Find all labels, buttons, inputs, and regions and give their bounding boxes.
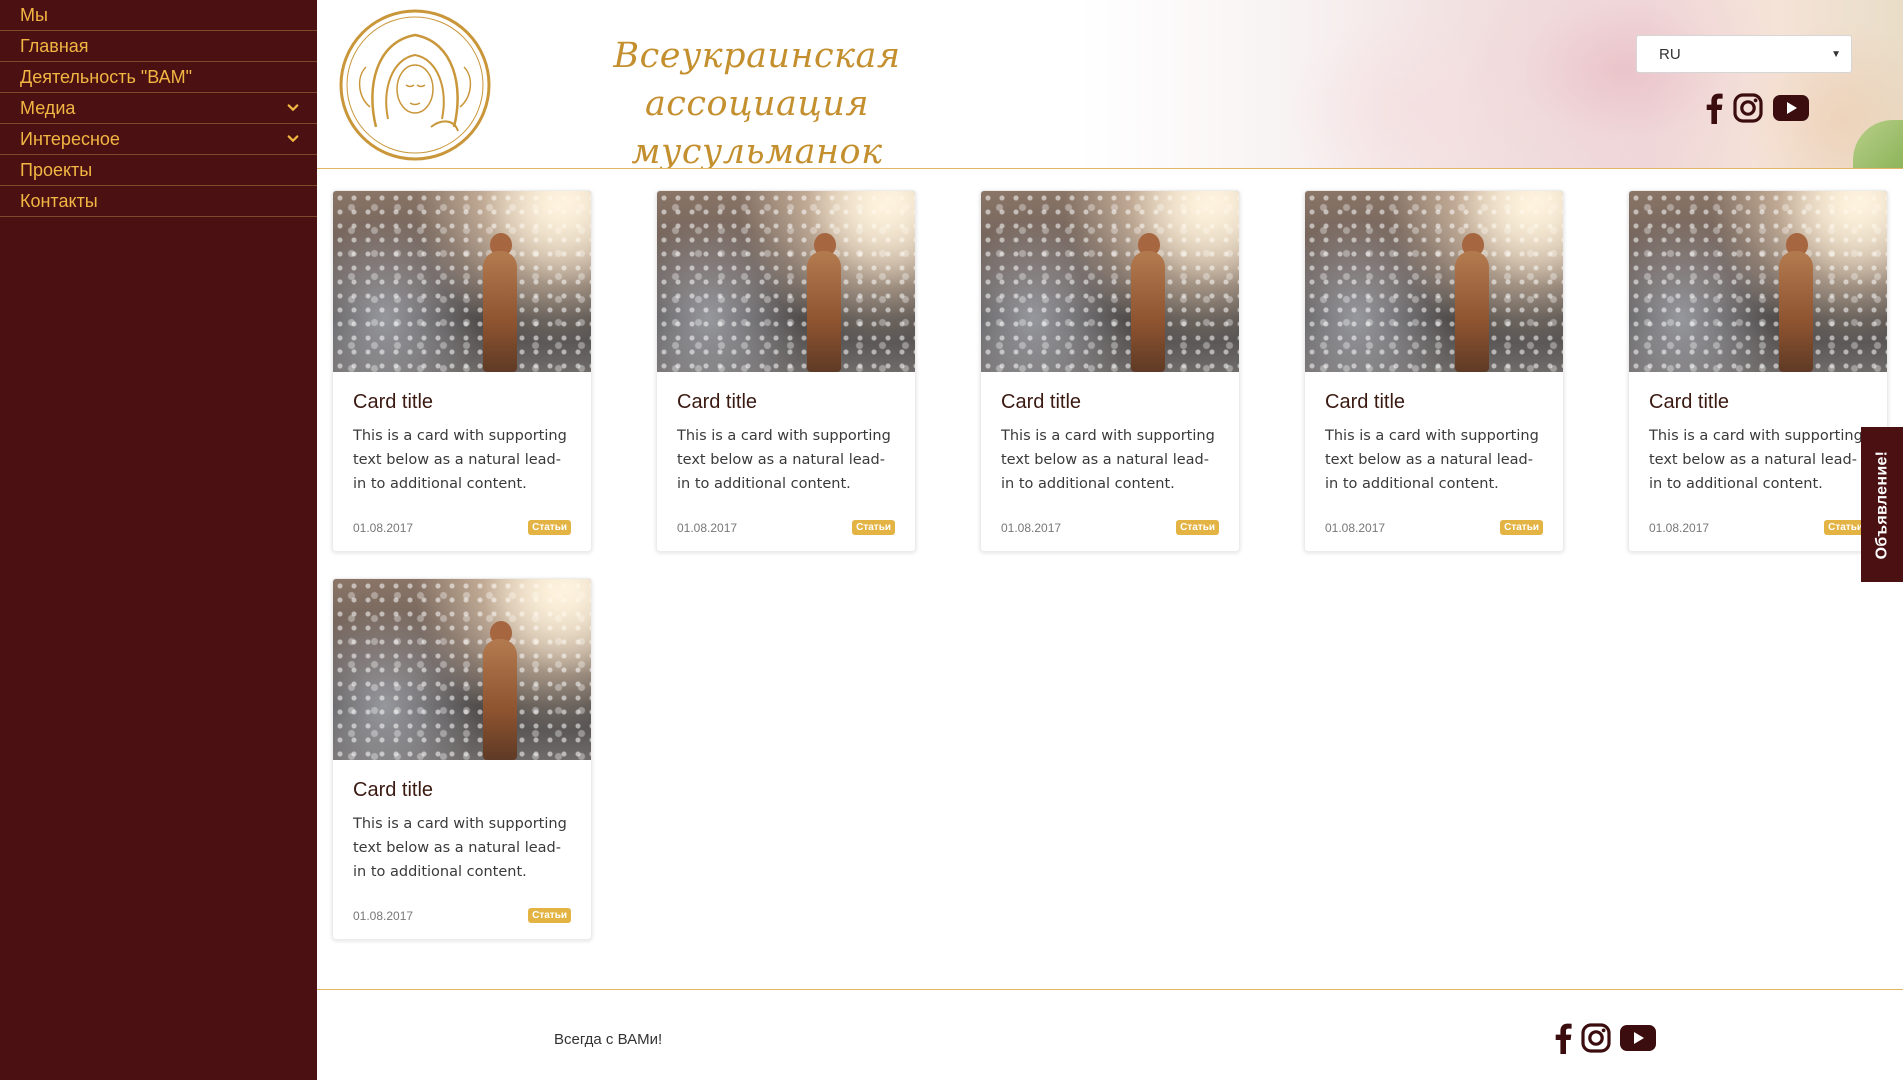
site-header: Всеукраинская ассоциация мусульманок RU …	[317, 0, 1903, 169]
card-text: This is a card with supporting text belo…	[353, 428, 567, 492]
sidebar-item-label: Главная	[20, 35, 89, 56]
logo[interactable]	[336, 7, 494, 163]
card-text: This is a card with supporting text belo…	[353, 816, 567, 880]
sidebar-item-label: Мы	[20, 4, 48, 25]
card-date: 01.08.2017	[1649, 520, 1710, 535]
card-date: 01.08.2017	[1325, 520, 1386, 535]
card-text: This is a card with supporting text belo…	[677, 428, 891, 492]
card-title[interactable]: Card title	[1325, 390, 1543, 414]
card-image[interactable]	[1305, 191, 1563, 372]
youtube-icon[interactable]	[1773, 95, 1809, 121]
article-card[interactable]: Card title This is a card with supportin…	[656, 190, 916, 552]
header-social-links	[1705, 92, 1809, 124]
site-footer: Всегда с ВАМи!	[317, 989, 1903, 1080]
sidebar-item-label: Проекты	[20, 159, 93, 180]
chevron-down-icon[interactable]	[287, 133, 299, 145]
card-category-badge[interactable]: Статьи	[528, 520, 571, 535]
article-card[interactable]: Card title This is a card with supportin…	[332, 190, 592, 552]
organization-title: Всеукраинская ассоциация мусульманок	[497, 32, 1017, 169]
sidebar-item-projects[interactable]: Проекты	[0, 155, 317, 186]
card-image[interactable]	[333, 579, 591, 760]
card-category-badge[interactable]: Статьи	[1176, 520, 1219, 535]
sidebar-item-interesting[interactable]: Интересное	[0, 124, 317, 155]
announcement-tab[interactable]: Объявление!	[1861, 427, 1903, 582]
language-select[interactable]: RU ▼	[1636, 35, 1852, 73]
sidebar-item-label: Деятельность "ВАМ"	[20, 66, 193, 87]
organization-title-line1: Всеукраинская ассоциация	[613, 36, 901, 124]
instagram-icon[interactable]	[1581, 1023, 1611, 1053]
footer-social-links	[1554, 1022, 1656, 1054]
chevron-down-icon: ▼	[1831, 48, 1841, 60]
organization-title-line2: мусульманок	[631, 132, 883, 169]
sidebar-item-media[interactable]: Медиа	[0, 93, 317, 124]
header-background-decor	[1463, 0, 1783, 168]
card-category-badge[interactable]: Статьи	[528, 908, 571, 923]
card-title[interactable]: Card title	[1649, 390, 1867, 414]
card-text: This is a card with supporting text belo…	[1001, 428, 1215, 492]
card-title[interactable]: Card title	[353, 390, 571, 414]
announcement-label: Объявление!	[1873, 450, 1890, 559]
card-date: 01.08.2017	[353, 520, 414, 535]
facebook-icon[interactable]	[1705, 92, 1723, 124]
card-title[interactable]: Card title	[677, 390, 895, 414]
sidebar: Мы Главная Деятельность "ВАМ" Медиа Инте…	[0, 0, 317, 1080]
footer-tagline: Всегда с ВАМи!	[554, 1031, 663, 1048]
instagram-icon[interactable]	[1733, 93, 1763, 123]
sidebar-item-label: Контакты	[20, 190, 98, 211]
youtube-icon[interactable]	[1620, 1025, 1656, 1051]
card-date: 01.08.2017	[677, 520, 738, 535]
sidebar-item-contacts[interactable]: Контакты	[0, 186, 317, 217]
sidebar-item-home[interactable]: Главная	[0, 31, 317, 62]
facebook-icon[interactable]	[1554, 1022, 1572, 1054]
card-image[interactable]	[981, 191, 1239, 372]
card-text: This is a card with supporting text belo…	[1325, 428, 1539, 492]
card-title[interactable]: Card title	[1001, 390, 1219, 414]
chevron-down-icon[interactable]	[287, 102, 299, 114]
sidebar-item-label: Медиа	[20, 97, 76, 118]
card-category-badge[interactable]: Статьи	[852, 520, 895, 535]
card-category-badge[interactable]: Статьи	[1500, 520, 1543, 535]
card-date: 01.08.2017	[1001, 520, 1062, 535]
sidebar-item-we[interactable]: Мы	[0, 0, 317, 31]
card-image[interactable]	[1629, 191, 1887, 372]
language-select-value: RU	[1659, 45, 1681, 63]
article-card[interactable]: Card title This is a card with supportin…	[1304, 190, 1564, 552]
card-date: 01.08.2017	[353, 908, 414, 923]
article-card[interactable]: Card title This is a card with supportin…	[1628, 190, 1888, 552]
article-card[interactable]: Card title This is a card with supportin…	[332, 578, 592, 940]
card-text: This is a card with supporting text belo…	[1649, 428, 1863, 492]
card-image[interactable]	[657, 191, 915, 372]
article-card[interactable]: Card title This is a card with supportin…	[980, 190, 1240, 552]
card-image[interactable]	[333, 191, 591, 372]
card-title[interactable]: Card title	[353, 778, 571, 802]
sidebar-item-activity[interactable]: Деятельность "ВАМ"	[0, 62, 317, 93]
sidebar-item-label: Интересное	[20, 128, 120, 149]
